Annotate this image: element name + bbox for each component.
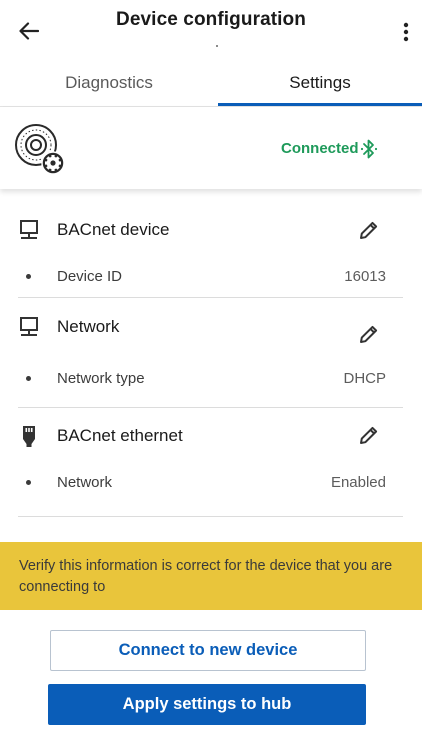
monitor-icon <box>18 315 40 339</box>
ethernet-plug-icon <box>18 424 40 448</box>
title-subtitle-dot <box>216 45 218 47</box>
row-label-network: Network <box>57 474 113 491</box>
device-status-card: Connected <box>0 107 422 189</box>
section-title: BACnet ethernet <box>57 426 183 445</box>
section-bacnet-device: BACnet device <box>0 210 422 250</box>
divider <box>18 516 403 517</box>
verification-banner: Verify this information is correct for t… <box>0 542 422 610</box>
row-label-device-id: Device ID <box>57 268 123 285</box>
section-title: BACnet device <box>57 220 170 239</box>
divider <box>18 297 403 298</box>
edit-network-button[interactable] <box>356 321 382 347</box>
section-title: Network <box>57 317 120 336</box>
banner-text: Verify this information is correct for t… <box>19 558 393 595</box>
device-gear-icon <box>15 124 65 175</box>
bullet <box>26 376 31 381</box>
connection-status: Connected <box>281 140 359 157</box>
connect-new-device-button[interactable]: Connect to new device <box>50 630 366 671</box>
pencil-icon <box>360 426 378 444</box>
bluetooth-icon <box>360 139 378 159</box>
bullet <box>26 480 31 485</box>
section-bacnet-ethernet: BACnet ethernet <box>0 416 422 456</box>
pencil-icon <box>360 221 378 239</box>
section-network: Network <box>0 307 422 347</box>
tab-bar: Diagnostics Settings <box>0 60 422 107</box>
more-options-button[interactable] <box>396 18 416 46</box>
edit-bacnet-device-button[interactable] <box>356 217 382 243</box>
more-vertical-icon <box>403 22 409 42</box>
row-value-device-id: 16013 <box>344 268 386 285</box>
page-title: Device configuration <box>116 9 306 30</box>
tab-diagnostics[interactable]: Diagnostics <box>0 60 218 106</box>
row-value-network: Enabled <box>330 474 386 491</box>
divider <box>18 407 403 408</box>
bullet <box>26 274 31 279</box>
app-bar: Device configuration <box>0 0 422 60</box>
pencil-icon <box>360 325 378 343</box>
edit-bacnet-ethernet-button[interactable] <box>356 422 382 448</box>
active-tab-indicator <box>218 103 422 106</box>
monitor-icon <box>18 218 40 242</box>
apply-settings-button[interactable]: Apply settings to hub <box>48 684 366 725</box>
row-value-network-type: DHCP <box>343 370 386 387</box>
row-label-network-type: Network type <box>57 370 145 387</box>
tab-settings[interactable]: Settings <box>218 60 422 106</box>
